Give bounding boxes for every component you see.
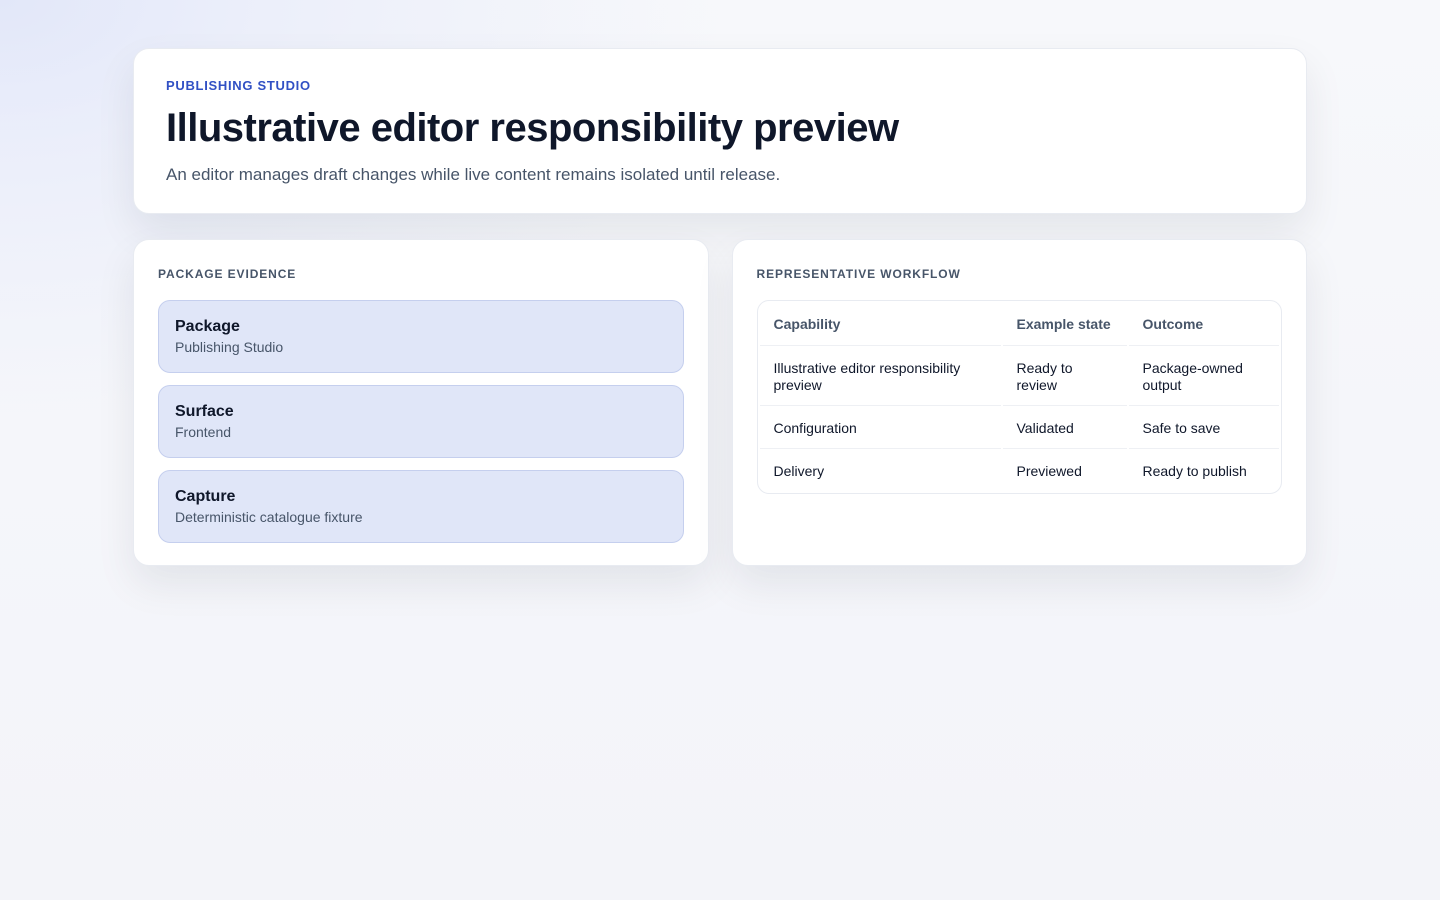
- table-row: Illustrative editor responsibility previ…: [759, 348, 1279, 406]
- table-cell: Illustrative editor responsibility previ…: [759, 348, 1001, 406]
- table-cell: Ready to review: [1002, 348, 1127, 406]
- table-header-row: Capability Example state Outcome: [759, 303, 1279, 346]
- table-cell: Previewed: [1016, 463, 1082, 479]
- evidence-label: Package: [175, 318, 240, 335]
- table-cell: Ready to publish: [1142, 463, 1247, 479]
- table-row: Configuration Validated Safe to save: [759, 408, 1279, 449]
- workflow-table-container: Capability Example state Outcome Illustr…: [756, 300, 1282, 494]
- page: PUBLISHING STUDIO Illustrative editor re…: [133, 48, 1307, 566]
- eyebrow: PUBLISHING STUDIO: [166, 78, 311, 93]
- table-cell: Validated: [1002, 408, 1127, 449]
- table-cell: Package-owned output: [1128, 348, 1279, 406]
- evidence-item-surface: Surface Frontend: [158, 385, 684, 458]
- representative-workflow-panel: REPRESENTATIVE WORKFLOW Capability Examp…: [731, 239, 1307, 566]
- evidence-value: Deterministic catalogue fixture: [175, 509, 363, 525]
- evidence-label: Surface: [175, 403, 234, 420]
- evidence-list: Package Publishing Studio Surface Fronte…: [158, 300, 684, 543]
- table-cell: Safe to save: [1128, 408, 1279, 449]
- table-cell: Delivery: [773, 463, 825, 479]
- evidence-item-capture: Capture Deterministic catalogue fixture: [158, 470, 684, 543]
- page-subtitle: An editor manages draft changes while li…: [166, 165, 781, 184]
- workflow-title: REPRESENTATIVE WORKFLOW: [756, 267, 961, 281]
- workflow-table: Capability Example state Outcome Illustr…: [758, 301, 1282, 493]
- column-header-outcome: Outcome: [1128, 303, 1279, 346]
- evidence-item-package: Package Publishing Studio: [158, 300, 684, 373]
- column-header-capability: Capability: [759, 303, 1001, 346]
- package-evidence-title: PACKAGE EVIDENCE: [158, 267, 297, 281]
- evidence-label: Capture: [175, 488, 236, 505]
- table-cell: Configuration: [759, 408, 1001, 449]
- table-row: Delivery Previewed Ready to publish: [760, 451, 1280, 491]
- hero-card: PUBLISHING STUDIO Illustrative editor re…: [133, 48, 1307, 214]
- column-header-example-state: Example state: [1002, 303, 1127, 346]
- evidence-value: Publishing Studio: [175, 339, 284, 355]
- page-title: Illustrative editor responsibility previ…: [166, 106, 899, 150]
- package-evidence-panel: PACKAGE EVIDENCE Package Publishing Stud…: [133, 239, 709, 566]
- content-grid: PACKAGE EVIDENCE Package Publishing Stud…: [133, 239, 1307, 566]
- evidence-value: Frontend: [175, 424, 232, 440]
